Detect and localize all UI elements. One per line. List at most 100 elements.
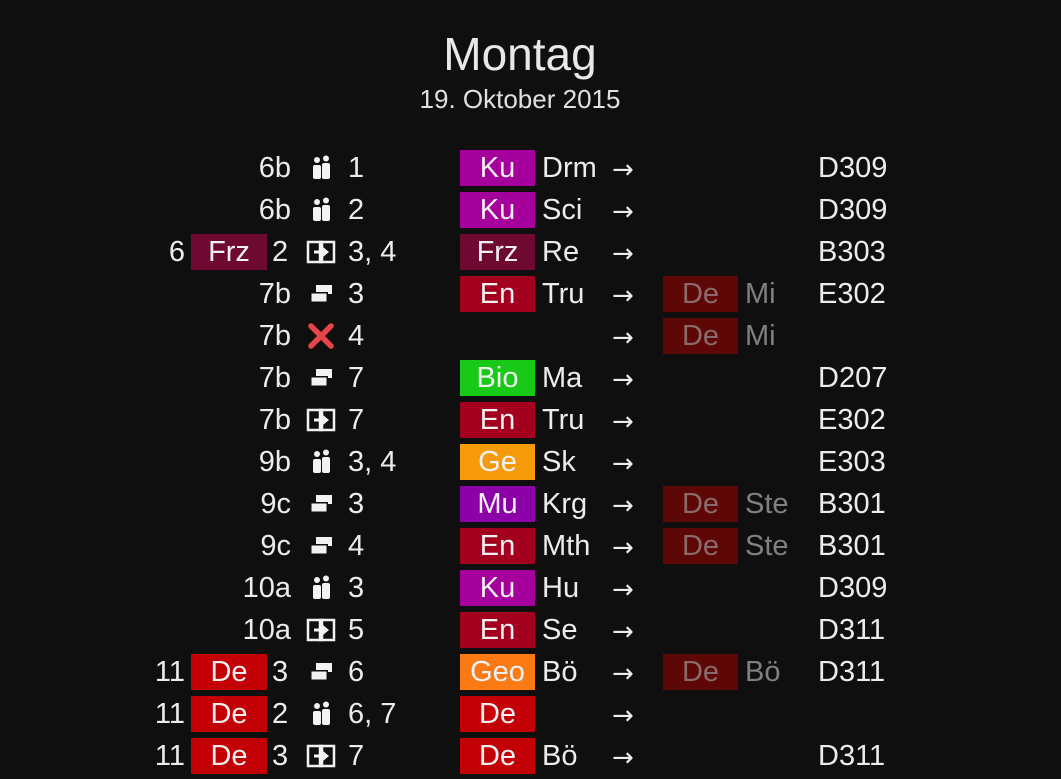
subject-badge: Ku <box>460 570 535 606</box>
course-badge: De <box>191 738 267 774</box>
lesson-hours: 4 <box>348 530 365 562</box>
grade-number: 6 <box>168 236 185 268</box>
arrow-icon: → <box>612 659 634 689</box>
arrow-icon: → <box>612 617 634 647</box>
subject-badge: En <box>460 402 535 438</box>
substitution-list: 6b 1 Ku Drm → D309 6b 2 Ku Sci → D309 6 Frz 2 3, 4 Frz Re… <box>0 147 1061 777</box>
subject-badge: En <box>460 612 535 648</box>
teacher-label: Se <box>542 614 578 646</box>
replacement-subject-badge: De <box>663 276 738 312</box>
table-row: 11 De 3 7 De Bö → D311 <box>0 735 1061 777</box>
stack-icon <box>304 483 338 525</box>
room-label: D311 <box>818 656 886 688</box>
grade-number: 11 <box>154 698 185 730</box>
people-icon <box>304 189 338 231</box>
teacher-label: Drm <box>542 152 597 184</box>
arrow-icon: → <box>612 575 634 605</box>
room-label: E302 <box>818 278 886 310</box>
class-label: 9c <box>260 530 291 562</box>
table-row: 11 De 3 6 Geo Bö → De Bö D311 <box>0 651 1061 693</box>
arrow-icon: → <box>612 407 634 437</box>
replacement-subject-badge: De <box>663 486 738 522</box>
class-label: 6b <box>258 194 291 226</box>
teacher-label: Hu <box>542 572 580 604</box>
table-row: 9b 3, 4 Ge Sk → E303 <box>0 441 1061 483</box>
subject-badge: Mu <box>460 486 535 522</box>
table-row: 7b 7 En Tru → E302 <box>0 399 1061 441</box>
arrow-icon: → <box>612 239 634 269</box>
subject-badge: Geo <box>460 654 535 690</box>
replacement-subject-badge: De <box>663 318 738 354</box>
table-row: 11 De 2 6, 7 De → <box>0 693 1061 735</box>
swap-icon <box>304 609 338 651</box>
teacher-label: Tru <box>542 278 585 310</box>
course-count: 3 <box>272 740 289 772</box>
table-row: 7b 7 Bio Ma → D207 <box>0 357 1061 399</box>
room-label: D309 <box>818 152 888 184</box>
course-badge: De <box>191 696 267 732</box>
subject-badge: Ku <box>460 150 535 186</box>
room-label: D311 <box>818 614 886 646</box>
teacher-label: Bö <box>542 740 578 772</box>
replacement-teacher-label: Ste <box>745 488 789 520</box>
swap-icon <box>304 735 338 777</box>
class-label: 7b <box>258 320 291 352</box>
stack-icon <box>304 525 338 567</box>
arrow-icon: → <box>612 701 634 731</box>
course-count: 2 <box>272 236 289 268</box>
arrow-icon: → <box>612 323 634 353</box>
stack-icon <box>304 273 338 315</box>
room-label: B301 <box>818 488 886 520</box>
teacher-label: Bö <box>542 656 578 688</box>
replacement-teacher-label: Ste <box>745 530 789 562</box>
subject-badge: Bio <box>460 360 535 396</box>
table-row: 6b 2 Ku Sci → D309 <box>0 189 1061 231</box>
room-label: D309 <box>818 572 888 604</box>
people-icon <box>304 441 338 483</box>
arrow-icon: → <box>612 491 634 521</box>
table-row: 10a 3 Ku Hu → D309 <box>0 567 1061 609</box>
lesson-hours: 6, 7 <box>348 698 397 730</box>
arrow-icon: → <box>612 281 634 311</box>
stack-icon <box>304 357 338 399</box>
people-icon <box>304 567 338 609</box>
lesson-hours: 7 <box>348 362 365 394</box>
lesson-hours: 6 <box>348 656 365 688</box>
cancel-icon <box>304 315 338 357</box>
lesson-hours: 3, 4 <box>348 446 397 478</box>
page-title: Montag <box>443 28 597 80</box>
arrow-icon: → <box>612 155 634 185</box>
replacement-teacher-label: Mi <box>745 320 776 352</box>
teacher-label: Sk <box>542 446 576 478</box>
subject-badge: Frz <box>460 234 535 270</box>
subject-badge: Ku <box>460 192 535 228</box>
lesson-hours: 7 <box>348 740 365 772</box>
room-label: E303 <box>818 446 886 478</box>
arrow-icon: → <box>612 743 634 773</box>
table-row: 9c 3 Mu Krg → De Ste B301 <box>0 483 1061 525</box>
stack-icon <box>304 651 338 693</box>
people-icon <box>304 693 338 735</box>
replacement-subject-badge: De <box>663 528 738 564</box>
room-label: D309 <box>818 194 888 226</box>
subject-badge: De <box>460 738 535 774</box>
lesson-hours: 2 <box>348 194 365 226</box>
room-label: E302 <box>818 404 886 436</box>
grade-number: 11 <box>154 656 185 688</box>
people-icon <box>304 147 338 189</box>
class-label: 6b <box>258 152 291 184</box>
table-row: 9c 4 En Mth → De Ste B301 <box>0 525 1061 567</box>
class-label: 7b <box>258 362 291 394</box>
table-row: 6b 1 Ku Drm → D309 <box>0 147 1061 189</box>
table-row: 10a 5 En Se → D311 <box>0 609 1061 651</box>
course-badge: Frz <box>191 234 267 270</box>
room-label: D207 <box>818 362 888 394</box>
class-label: 10a <box>242 614 291 646</box>
replacement-teacher-label: Bö <box>745 656 781 688</box>
class-label: 9b <box>258 446 291 478</box>
subject-badge: Ge <box>460 444 535 480</box>
arrow-icon: → <box>612 365 634 395</box>
replacement-subject-badge: De <box>663 654 738 690</box>
lesson-hours: 3 <box>348 488 365 520</box>
lesson-hours: 3 <box>348 278 365 310</box>
